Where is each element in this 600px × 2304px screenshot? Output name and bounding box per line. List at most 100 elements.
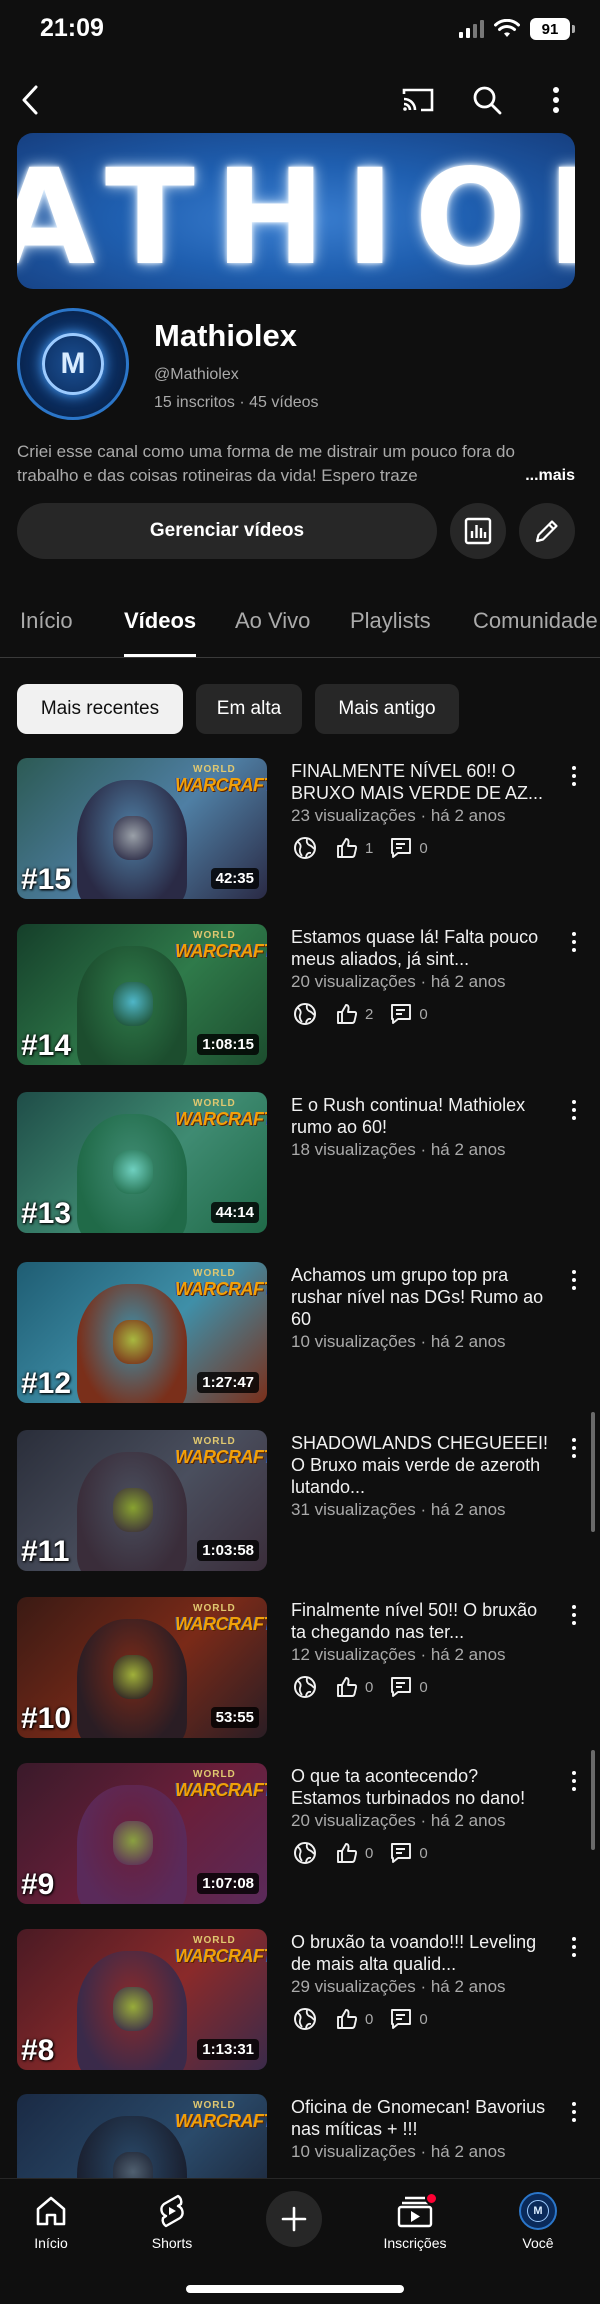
video-item[interactable]: WORLD WARCRAFT #14 1:08:15 Estamos quase… xyxy=(0,924,600,1074)
video-meta: 18 visualizações · há 2 anos xyxy=(291,1140,506,1159)
pencil-icon xyxy=(535,520,558,543)
comment-icon[interactable] xyxy=(387,1673,415,1701)
video-thumbnail[interactable]: WORLD WARCRAFT #8 1:13:31 xyxy=(17,1929,267,2070)
video-more-icon[interactable] xyxy=(568,930,580,954)
like-icon[interactable] xyxy=(333,1000,361,1028)
video-title[interactable]: E o Rush continua! Mathiolex rumo ao 60! xyxy=(291,1094,553,1138)
video-thumbnail[interactable]: WORLD WARCRAFT #14 1:08:15 xyxy=(17,924,267,1065)
video-more-icon[interactable] xyxy=(568,1268,580,1292)
search-icon[interactable] xyxy=(469,82,505,118)
video-duration: 1:07:08 xyxy=(197,1873,259,1894)
video-item[interactable]: WORLD WARCRAFT #13 44:14 E o Rush contin… xyxy=(0,1092,600,1242)
warcraft-logo: WORLD WARCRAFT xyxy=(175,764,267,812)
video-title[interactable]: Estamos quase lá! Falta pouco meus aliad… xyxy=(291,926,553,970)
wifi-icon xyxy=(494,19,520,37)
episode-number: #12 xyxy=(21,1367,72,1400)
comment-icon[interactable] xyxy=(387,1000,415,1028)
banner-text: ATHIOLE xyxy=(17,141,575,289)
video-title[interactable]: Oficina de Gnomecan! Bavorius nas mítica… xyxy=(291,2096,553,2140)
video-more-icon[interactable] xyxy=(568,1436,580,1460)
video-meta: 10 visualizações · há 2 anos xyxy=(291,2142,506,2161)
tab-comunidade[interactable]: Comunidade xyxy=(473,608,598,634)
like-icon[interactable] xyxy=(333,834,361,862)
video-duration: 1:27:47 xyxy=(197,1372,259,1393)
like-icon[interactable] xyxy=(333,1673,361,1701)
video-item[interactable]: WORLD WARCRAFT #11 1:03:58 SHADOWLANDS C… xyxy=(0,1430,600,1580)
channel-stats: 15 inscritos · 45 vídeos xyxy=(154,394,319,411)
create-button[interactable] xyxy=(266,2191,322,2247)
video-title[interactable]: O bruxão ta voando!!! Leveling de mais a… xyxy=(291,1931,553,1975)
logo-bottom-text: WARCRAFT xyxy=(175,1946,267,1966)
description-more-link[interactable]: ...mais xyxy=(491,464,575,488)
video-more-icon[interactable] xyxy=(568,1603,580,1627)
video-duration: 42:35 xyxy=(210,868,259,889)
video-title[interactable]: FINALMENTE NÍVEL 60!! O BRUXO MAIS VERDE… xyxy=(291,760,553,804)
scrollbar-secondary[interactable] xyxy=(591,1750,595,1850)
episode-number: #9 xyxy=(21,1868,55,1901)
like-icon[interactable] xyxy=(333,2005,361,2033)
chip-mais-antigo[interactable]: Mais antigo xyxy=(315,684,459,734)
video-title[interactable]: SHADOWLANDS CHEGUEEEI! O Bruxo mais verd… xyxy=(291,1432,553,1498)
channel-description[interactable]: Criei esse canal como uma forma de me di… xyxy=(17,440,577,488)
globe-icon xyxy=(291,834,319,862)
scrollbar[interactable] xyxy=(591,1412,595,1532)
video-item[interactable]: WORLD WARCRAFT #8 1:13:31 O bruxão ta vo… xyxy=(0,1929,600,2079)
analytics-button[interactable] xyxy=(450,503,506,559)
comment-icon[interactable] xyxy=(387,834,415,862)
video-item[interactable]: WORLD WARCRAFT #15 42:35 FINALMENTE NÍVE… xyxy=(0,758,600,908)
warcraft-logo: WORLD WARCRAFT xyxy=(175,1268,267,1316)
video-engagement: 2 0 xyxy=(291,1000,442,1028)
video-title[interactable]: Achamos um grupo top pra rushar nível na… xyxy=(291,1264,553,1330)
video-more-icon[interactable] xyxy=(568,764,580,788)
video-more-icon[interactable] xyxy=(568,1098,580,1122)
nav-shorts-label: Shorts xyxy=(151,2235,193,2251)
comment-count: 0 xyxy=(419,1844,428,1862)
globe-icon xyxy=(291,1673,319,1701)
video-item[interactable]: WORLD WARCRAFT #10 53:55 Finalmente níve… xyxy=(0,1597,600,1747)
episode-number: #13 xyxy=(21,1197,72,1230)
video-duration: 44:14 xyxy=(210,1202,259,1223)
tab-inicio[interactable]: Início xyxy=(20,608,73,634)
video-more-icon[interactable] xyxy=(568,1935,580,1959)
manage-videos-button[interactable]: Gerenciar vídeos xyxy=(17,503,437,559)
video-title[interactable]: O que ta acontecendo? Estamos turbinados… xyxy=(291,1765,553,1809)
video-thumbnail[interactable]: WORLD WARCRAFT #11 1:03:58 xyxy=(17,1430,267,1571)
logo-bottom-text: WARCRAFT xyxy=(175,1109,267,1129)
video-thumbnail[interactable]: WORLD WARCRAFT #9 1:07:08 xyxy=(17,1763,267,1904)
video-thumbnail[interactable]: WORLD WARCRAFT #13 44:14 xyxy=(17,1092,267,1233)
tab-playlists[interactable]: Playlists xyxy=(350,608,431,634)
nav-voce[interactable]: M Você xyxy=(488,2191,588,2251)
nav-inscricoes[interactable]: Inscrições xyxy=(365,2191,465,2251)
globe-icon xyxy=(291,1839,319,1867)
video-more-icon[interactable] xyxy=(568,2100,580,2124)
video-more-icon[interactable] xyxy=(568,1769,580,1793)
video-meta: 20 visualizações · há 2 anos xyxy=(291,1811,506,1830)
edit-channel-button[interactable] xyxy=(519,503,575,559)
comment-icon[interactable] xyxy=(387,2005,415,2033)
back-arrow-icon[interactable] xyxy=(12,82,48,118)
video-meta: 20 visualizações · há 2 anos xyxy=(291,972,506,991)
thumbnail-face xyxy=(113,1821,153,1865)
video-thumbnail[interactable]: WORLD WARCRAFT #10 53:55 xyxy=(17,1597,267,1738)
like-count: 0 xyxy=(365,1678,374,1696)
home-indicator xyxy=(186,2285,404,2293)
chip-mais-recentes[interactable]: Mais recentes xyxy=(17,684,183,734)
episode-number: #8 xyxy=(21,2034,55,2067)
like-icon[interactable] xyxy=(333,1839,361,1867)
video-title[interactable]: Finalmente nível 50!! O bruxão ta chegan… xyxy=(291,1599,553,1643)
comment-icon[interactable] xyxy=(387,1839,415,1867)
comment-count: 0 xyxy=(419,2010,428,2028)
more-options-icon[interactable] xyxy=(538,82,574,118)
comment-count: 0 xyxy=(419,1005,428,1023)
cast-icon[interactable] xyxy=(400,82,436,118)
video-item[interactable]: WORLD WARCRAFT #12 1:27:47 Achamos um gr… xyxy=(0,1262,600,1412)
video-item[interactable]: WORLD WARCRAFT #9 1:07:08 O que ta acont… xyxy=(0,1763,600,1913)
channel-avatar[interactable]: M xyxy=(17,308,129,420)
video-thumbnail[interactable]: WORLD WARCRAFT #15 42:35 xyxy=(17,758,267,899)
video-thumbnail[interactable]: WORLD WARCRAFT #12 1:27:47 xyxy=(17,1262,267,1403)
tab-ao-vivo[interactable]: Ao Vivo xyxy=(235,608,310,634)
chip-em-alta[interactable]: Em alta xyxy=(196,684,302,734)
tab-videos[interactable]: Vídeos xyxy=(124,608,196,634)
nav-shorts[interactable]: Shorts xyxy=(122,2191,222,2251)
nav-inicio[interactable]: Início xyxy=(1,2191,101,2251)
